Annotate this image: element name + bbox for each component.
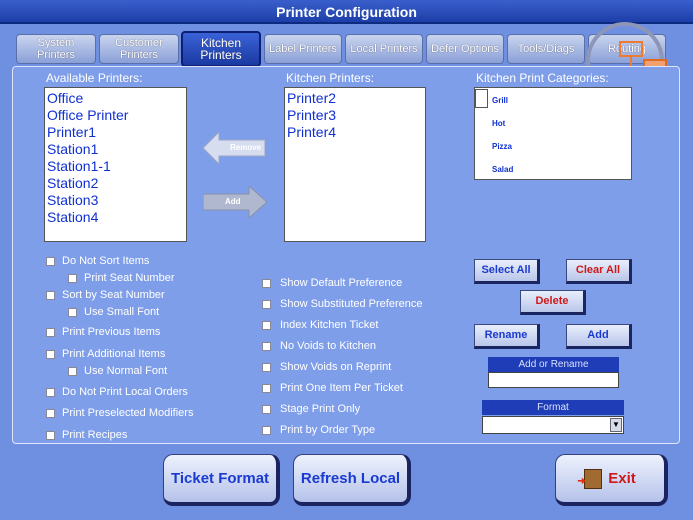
tab-label: Label Printers (269, 43, 337, 55)
format-selected-value (483, 421, 486, 433)
no-voids-checkbox[interactable] (262, 342, 271, 351)
print-additional-checkbox[interactable] (46, 350, 55, 359)
tab-label-printers[interactable]: Label Printers (264, 34, 342, 64)
chevron-down-icon[interactable]: ▼ (610, 418, 622, 432)
list-item[interactable]: Station2 (47, 175, 186, 192)
sort-by-seat-label: Sort by Seat Number (62, 289, 165, 301)
available-printers-list[interactable]: Office Office Printer Printer1 Station1 … (44, 87, 187, 242)
tab-label: Printers (37, 49, 75, 61)
add-label: Add (225, 197, 241, 206)
list-item[interactable]: Station1 (47, 141, 186, 158)
tab-label: Tools/Diags (517, 43, 575, 55)
list-item[interactable]: Hot (492, 119, 505, 128)
remove-printer-button[interactable]: Remove (203, 132, 265, 164)
list-item[interactable]: Station1-1 (47, 158, 186, 175)
show-default-label: Show Default Preference (280, 277, 403, 289)
print-preselected-checkbox[interactable] (46, 409, 55, 418)
index-ticket-label: Index Kitchen Ticket (280, 319, 379, 331)
list-item[interactable]: Printer1 (47, 124, 186, 141)
tab-system-printers[interactable]: System Printers (16, 34, 96, 64)
tab-customer-printers[interactable]: Customer Printers (99, 34, 179, 64)
tab-label: Customer (115, 37, 163, 49)
refresh-local-button[interactable]: Refresh Local (293, 454, 411, 506)
show-substituted-label: Show Substituted Preference (280, 298, 423, 310)
exit-button[interactable]: ➜ Exit (555, 454, 668, 506)
use-normal-font-checkbox[interactable] (68, 367, 77, 376)
list-item[interactable]: Salad (492, 165, 513, 174)
sort-by-seat-checkbox[interactable] (46, 291, 55, 300)
do-not-print-local-checkbox[interactable] (46, 388, 55, 397)
add-printer-button[interactable]: Add (203, 186, 267, 218)
print-by-order-type-checkbox[interactable] (262, 426, 271, 435)
list-item[interactable]: Station3 (47, 192, 186, 209)
show-default-checkbox[interactable] (262, 279, 271, 288)
format-label: Format (482, 400, 624, 415)
print-recipes-checkbox[interactable] (46, 431, 55, 440)
kitchen-printers-header: Kitchen Printers: (286, 71, 375, 85)
categories-header: Kitchen Print Categories: (476, 71, 609, 85)
list-item[interactable]: Printer3 (287, 107, 425, 124)
available-printers-header: Available Printers: (46, 71, 143, 85)
tab-tools-diags[interactable]: Tools/Diags (507, 34, 585, 64)
show-substituted-checkbox[interactable] (262, 300, 271, 309)
do-not-sort-checkbox[interactable] (46, 257, 55, 266)
use-normal-font-label: Use Normal Font (84, 365, 168, 377)
list-item[interactable]: Pizza (492, 142, 512, 151)
print-recipes-label: Print Recipes (62, 429, 128, 441)
categories-list[interactable]: Grill Hot Pizza Salad (474, 87, 632, 180)
tab-label: System (37, 37, 75, 49)
list-item[interactable]: Office (47, 90, 186, 107)
rename-button[interactable]: Rename (474, 324, 540, 349)
list-item[interactable]: Grill (492, 96, 508, 105)
do-not-print-local-label: Do Not Print Local Orders (62, 386, 188, 398)
print-previous-label: Print Previous Items (62, 326, 161, 338)
window-title: Printer Configuration (0, 0, 693, 24)
stage-print-only-checkbox[interactable] (262, 405, 271, 414)
one-item-per-ticket-label: Print One Item Per Ticket (280, 382, 403, 394)
print-seat-number-label: Print Seat Number (84, 272, 175, 284)
remove-label: Remove (230, 143, 262, 152)
tab-defer-options[interactable]: Defer Options (426, 34, 504, 64)
add-or-rename-label: Add or Rename (488, 357, 619, 372)
kitchen-printers-list[interactable]: Printer2 Printer3 Printer4 (284, 87, 426, 242)
exit-door-icon: ➜ (577, 468, 603, 489)
no-voids-label: No Voids to Kitchen (280, 340, 377, 352)
tab-label: Defer Options (431, 43, 499, 55)
show-voids-reprint-label: Show Voids on Reprint (280, 361, 392, 373)
use-small-font-checkbox[interactable] (68, 308, 77, 317)
add-category-button[interactable]: Add (566, 324, 632, 349)
print-by-order-type-label: Print by Order Type (280, 424, 376, 436)
print-seat-number-checkbox[interactable] (68, 274, 77, 283)
show-voids-reprint-checkbox[interactable] (262, 363, 271, 372)
exit-label: Exit (608, 470, 636, 487)
format-select[interactable]: ▼ (482, 416, 624, 434)
tab-label: Printers (200, 48, 242, 62)
index-ticket-checkbox[interactable] (262, 321, 271, 330)
stage-print-only-label: Stage Print Only (280, 403, 361, 415)
clear-all-button[interactable]: Clear All (566, 259, 632, 284)
tab-label: Printers (120, 49, 158, 61)
print-previous-checkbox[interactable] (46, 328, 55, 337)
tab-bar: System Printers Customer Printers Kitchen P… (16, 31, 680, 67)
select-all-button[interactable]: Select All (474, 259, 540, 284)
list-item[interactable]: Station4 (47, 209, 186, 226)
list-item[interactable]: Printer4 (287, 124, 425, 141)
tab-label: Local Printers (350, 43, 418, 55)
ticket-format-button[interactable]: Ticket Format (163, 454, 280, 506)
selection-cursor (475, 89, 488, 108)
print-preselected-label: Print Preselected Modifiers (62, 407, 194, 419)
tab-kitchen-printers[interactable]: Kitchen Printers (181, 31, 261, 67)
do-not-sort-label: Do Not Sort Items (62, 255, 150, 267)
list-item[interactable]: Office Printer (47, 107, 186, 124)
one-item-per-ticket-checkbox[interactable] (262, 384, 271, 393)
delete-button[interactable]: Delete (520, 290, 586, 315)
print-additional-label: Print Additional Items (62, 348, 166, 360)
add-or-rename-input[interactable] (488, 372, 619, 388)
tab-local-printers[interactable]: Local Printers (345, 34, 423, 64)
list-item[interactable]: Printer2 (287, 90, 425, 107)
use-small-font-label: Use Small Font (84, 306, 160, 318)
